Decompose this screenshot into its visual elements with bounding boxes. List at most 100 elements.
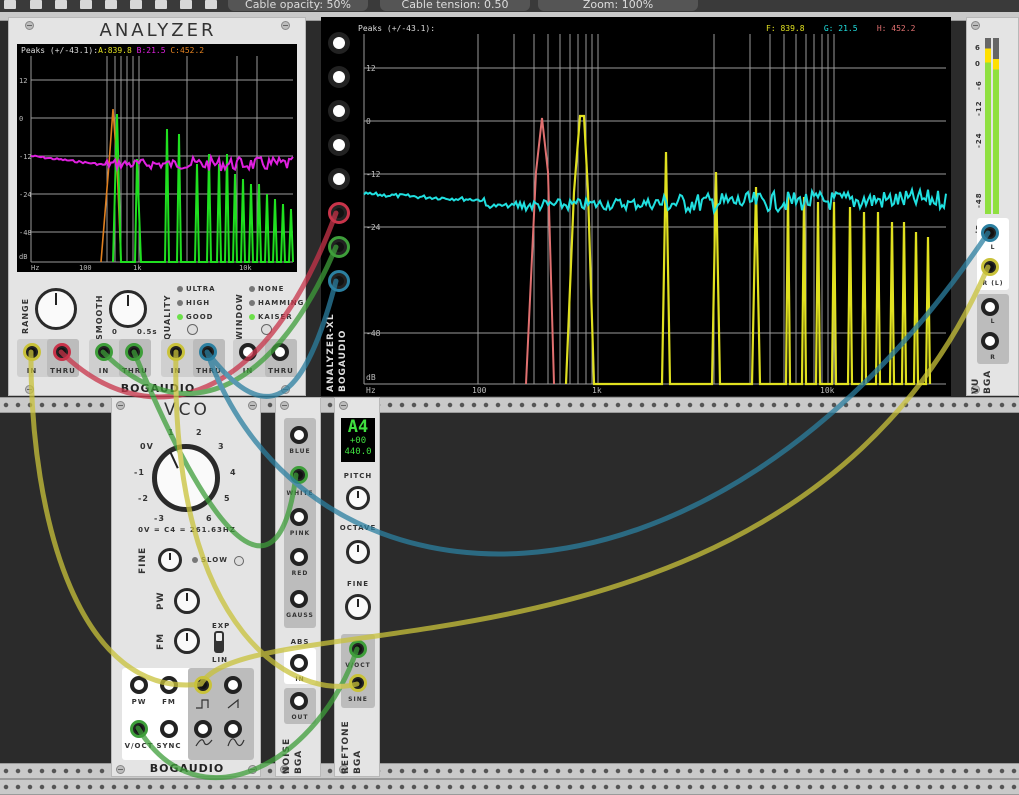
save-as-icon[interactable] xyxy=(80,0,92,9)
abs-out-jack[interactable] xyxy=(290,692,308,710)
pw-knob[interactable] xyxy=(174,588,200,614)
lock-icon[interactable] xyxy=(205,0,217,9)
fm-cv-jack[interactable] xyxy=(160,676,178,694)
slow-toggle[interactable]: SLOW xyxy=(192,556,228,564)
save-icon[interactable] xyxy=(55,0,67,9)
saw-out-jack[interactable] xyxy=(224,676,242,694)
triangle-wave-icon xyxy=(195,739,213,747)
y-tick-label: -24 xyxy=(19,191,32,199)
frequency-knob[interactable] xyxy=(152,444,220,512)
pitch-knob[interactable] xyxy=(346,486,370,510)
octave-knob[interactable] xyxy=(346,540,370,564)
vu-scale-label: -24 xyxy=(975,132,983,148)
window-option-kaiser[interactable]: KAISER xyxy=(249,313,293,321)
port-label: IN xyxy=(170,367,182,375)
exp-lin-switch[interactable] xyxy=(214,631,224,653)
vu-meter-left xyxy=(985,38,991,214)
trace-green xyxy=(112,113,294,263)
xl-input-jack-8[interactable] xyxy=(328,270,350,292)
square-out-jack[interactable] xyxy=(194,676,212,694)
reftone-voct-jack[interactable] xyxy=(349,640,367,658)
waveform-icons xyxy=(195,698,245,747)
pw-cv-jack[interactable] xyxy=(130,676,148,694)
voct-jack[interactable] xyxy=(130,720,148,738)
channel-a-thru-jack[interactable] xyxy=(53,343,71,361)
smooth-knob[interactable] xyxy=(109,290,147,328)
channel-c-thru-jack[interactable] xyxy=(199,343,217,361)
window-option-none[interactable]: NONE xyxy=(249,285,284,293)
quality-option-ultra[interactable]: ULTRA xyxy=(177,285,216,293)
xl-y-tick-label: -24 xyxy=(366,223,381,232)
vu-input-l-jack[interactable] xyxy=(981,224,999,242)
xl-y-tick-label: -12 xyxy=(366,170,381,179)
xl-input-jack-7[interactable] xyxy=(328,236,350,258)
open-file-icon[interactable] xyxy=(30,0,42,9)
vu-scale-label: 6 xyxy=(975,44,981,52)
xl-x-tick-label: Hz xyxy=(366,386,376,394)
channel-c-in-jack[interactable] xyxy=(167,343,185,361)
note-readout: A4 xyxy=(347,418,369,437)
channel-b-thru-jack[interactable] xyxy=(125,343,143,361)
channel-d-thru-jack[interactable] xyxy=(271,343,289,361)
window-button[interactable] xyxy=(261,324,272,335)
xl-input-jack-2[interactable] xyxy=(328,66,350,88)
analyzer-xl-display: Peaks (+/-43.1): F: 839.8 G: 21.5 H: 452… xyxy=(356,22,948,394)
noise-module: BLUE WHITE PINK RED GAUSS ABS IN OUT NOI… xyxy=(275,397,321,777)
port-label: THRU xyxy=(50,367,76,375)
window-option-hamming[interactable]: HAMMING xyxy=(249,299,304,307)
xl-y-tick-label: 0 xyxy=(366,117,371,126)
port-label: SINE xyxy=(348,696,368,703)
disconnect-icon[interactable] xyxy=(130,0,142,9)
xl-input-jack-5[interactable] xyxy=(328,168,350,190)
quality-option-good[interactable]: GOOD xyxy=(177,313,213,321)
port-label: L xyxy=(990,244,996,251)
sine-wave-icon xyxy=(227,738,245,747)
white-noise-jack[interactable] xyxy=(290,466,308,484)
noise-side-label: NOISE xyxy=(282,737,292,774)
cable-tension-slider[interactable]: Cable tension: 0.50 xyxy=(380,0,530,11)
fine-knob[interactable] xyxy=(158,548,182,572)
channel-b-in-jack[interactable] xyxy=(95,343,113,361)
zoom-slider[interactable]: Zoom: 100% xyxy=(538,0,698,11)
abs-in-jack[interactable] xyxy=(290,654,308,672)
vu-module: 6 0 -6 -12 -24 -48 dB L R (L) L R VU BGA xyxy=(966,17,1019,396)
port-label: PINK xyxy=(289,530,311,537)
reftone-fine-knob[interactable] xyxy=(345,594,371,620)
fm-knob[interactable] xyxy=(174,628,200,654)
xl-input-jack-4[interactable] xyxy=(328,134,350,156)
red-noise-jack[interactable] xyxy=(290,548,308,566)
vu-output-r-jack[interactable] xyxy=(981,332,999,350)
quality-option-high[interactable]: HIGH xyxy=(177,299,210,307)
revert-icon[interactable] xyxy=(105,0,117,9)
pitch-label: PITCH xyxy=(343,472,373,480)
channel-a-in-jack[interactable] xyxy=(23,343,41,361)
pink-noise-jack[interactable] xyxy=(290,508,308,526)
range-knob[interactable] xyxy=(35,288,77,330)
y-tick-label: 12 xyxy=(19,77,27,85)
quality-button[interactable] xyxy=(187,324,198,335)
gauss-noise-jack[interactable] xyxy=(290,590,308,608)
reftone-display: A4 +00 440.0 xyxy=(341,418,375,462)
blue-noise-jack[interactable] xyxy=(290,426,308,444)
xl-input-jack-1[interactable] xyxy=(328,32,350,54)
sync-jack[interactable] xyxy=(160,720,178,738)
channel-d-in-jack[interactable] xyxy=(239,343,257,361)
toolbar: Cable opacity: 50% Cable tension: 0.50 Z… xyxy=(0,0,1019,12)
xl-input-jack-3[interactable] xyxy=(328,100,350,122)
cable-icon[interactable] xyxy=(155,0,167,9)
xl-x-tick-label: 1k xyxy=(592,386,602,394)
port-label: THRU xyxy=(268,367,294,375)
reftone-sine-jack[interactable] xyxy=(349,674,367,692)
x-tick-label: 100 xyxy=(79,264,92,272)
xl-input-jack-6[interactable] xyxy=(328,202,350,224)
fm-label: FM xyxy=(156,632,166,650)
fine-label: FINE xyxy=(138,546,148,574)
xl-side-label: ANALYZER-XL xyxy=(326,313,336,392)
camera-icon[interactable] xyxy=(180,0,192,9)
cable-opacity-slider[interactable]: Cable opacity: 50% xyxy=(228,0,368,11)
new-file-icon[interactable] xyxy=(4,0,16,9)
vu-input-r-jack[interactable] xyxy=(981,258,999,276)
vu-output-l-jack[interactable] xyxy=(981,298,999,316)
slow-button[interactable] xyxy=(234,556,244,566)
module-title: ANALYZER xyxy=(99,20,217,41)
